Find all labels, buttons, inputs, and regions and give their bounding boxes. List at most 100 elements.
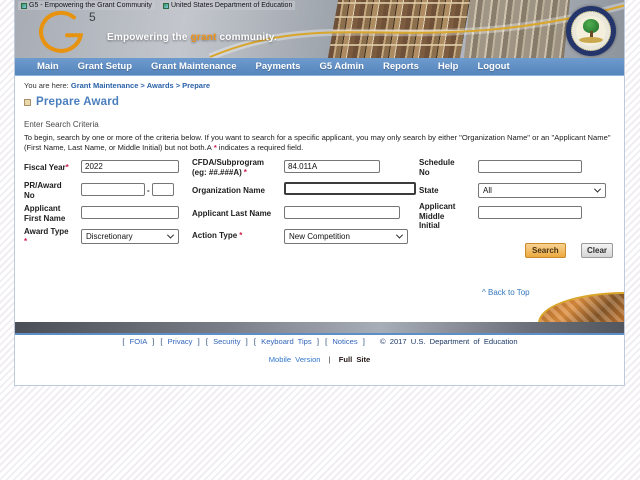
- nav-grant-setup[interactable]: Grant Setup: [78, 61, 132, 72]
- bullet-icon: [24, 98, 31, 106]
- fiscal-year-required-marker: *: [65, 163, 69, 172]
- classroom-photo: [538, 292, 624, 323]
- instructions-part2: indicates a required field.: [218, 142, 304, 152]
- copyright-text: © 2017 U.S. Department of Education: [380, 337, 518, 346]
- nav-logout[interactable]: Logout: [477, 61, 509, 72]
- pr-award-no-dash: -: [147, 186, 150, 195]
- state-select[interactable]: All: [478, 183, 606, 198]
- page-container: G5 - Empowering the Grant Community Unit…: [14, 0, 625, 386]
- breadcrumb-separator: >: [175, 81, 181, 90]
- footer-link-privacy[interactable]: Privacy: [168, 337, 193, 346]
- seal-core: [576, 16, 606, 46]
- applicant-first-name-input[interactable]: [81, 206, 179, 219]
- nav-main[interactable]: Main: [37, 61, 59, 72]
- footer-mobile-row: Mobile Version | Full Site: [15, 355, 624, 364]
- footer-photo-strip: [15, 322, 624, 335]
- action-type-value: New Competition: [289, 232, 350, 241]
- award-type-value: Discretionary: [86, 232, 133, 241]
- department-of-education-seal: [566, 6, 616, 56]
- header-banner: G5 - Empowering the Grant Community Unit…: [15, 0, 624, 58]
- g5-logo-icon: [39, 10, 84, 53]
- nav-reports[interactable]: Reports: [383, 61, 419, 72]
- award-type-select[interactable]: Discretionary: [81, 229, 179, 244]
- tagline: Empowering the grant community.: [107, 32, 277, 43]
- window-title-ed: United States Department of Education: [170, 2, 293, 9]
- fiscal-year-input[interactable]: [81, 160, 179, 173]
- bracket: ]: [197, 337, 200, 346]
- seal-ground: [579, 37, 603, 43]
- footer: [ FOIA ] [ Privacy ] [ Security ] [ Keyb…: [15, 337, 624, 364]
- footer-link-security[interactable]: Security: [213, 337, 240, 346]
- bracket: ]: [316, 337, 319, 346]
- award-type-required-marker: *: [24, 236, 28, 246]
- bracket: [: [205, 337, 208, 346]
- fiscal-year-label: Fiscal Year*: [24, 163, 69, 172]
- pr-award-no-input-2[interactable]: [152, 183, 174, 196]
- breadcrumb-prepare[interactable]: Prepare: [182, 81, 210, 90]
- breadcrumb: You are here: Grant Maintenance > Awards > P…: [24, 81, 210, 90]
- schedule-no-label: Schedule No: [419, 158, 455, 177]
- breadcrumb-separator: >: [140, 81, 145, 90]
- instructions: To begin, search by one or more of the c…: [24, 133, 618, 152]
- nav-grant-maintenance[interactable]: Grant Maintenance: [151, 61, 237, 72]
- page-title: Prepare Award: [36, 96, 120, 108]
- clear-button[interactable]: Clear: [581, 243, 614, 258]
- bracket: [: [253, 337, 257, 346]
- footer-links-row: [ FOIA ] [ Privacy ] [ Security ] [ Keyb…: [15, 337, 624, 346]
- pr-award-no-input-1[interactable]: [81, 183, 145, 196]
- breadcrumb-grant-maintenance[interactable]: Grant Maintenance: [71, 81, 139, 90]
- footer-link-notices[interactable]: Notices: [332, 337, 357, 346]
- action-type-select[interactable]: New Competition: [284, 229, 408, 244]
- cfda-label: CFDA/Subprogram (eg: ##.###A) *: [192, 158, 264, 177]
- tagline-pre: Empowering the: [107, 32, 191, 43]
- nav-g5-admin[interactable]: G5 Admin: [319, 61, 364, 72]
- action-type-required-marker: *: [239, 231, 243, 240]
- tagline-post: community.: [216, 32, 277, 43]
- bracket: [: [122, 337, 125, 346]
- bracket: ]: [245, 337, 248, 346]
- bracket: [: [160, 337, 163, 346]
- bracket: ]: [362, 337, 365, 346]
- state-label: State: [419, 186, 439, 195]
- page-icon: [21, 2, 27, 9]
- section-heading: Enter Search Criteria: [24, 120, 99, 129]
- full-site-link[interactable]: Full Site: [339, 355, 371, 364]
- page-icon: [162, 2, 169, 9]
- chevron-down-icon: [395, 231, 404, 239]
- tagline-grant: grant: [190, 32, 217, 43]
- action-type-label: Action Type *: [192, 231, 243, 240]
- schedule-no-input[interactable]: [478, 160, 582, 173]
- breadcrumb-awards[interactable]: Awards: [147, 81, 174, 90]
- instructions-part1: To begin, search by one or more of the c…: [24, 133, 611, 152]
- applicant-middle-initial-label: Applicant Middle Initial: [419, 202, 456, 230]
- main-nav: Main Grant Setup Grant Maintenance Payme…: [15, 58, 624, 76]
- chevron-down-icon: [166, 231, 175, 239]
- breadcrumb-prefix: You are here:: [24, 81, 69, 90]
- organization-name-label: Organization Name: [192, 186, 265, 195]
- bracket: [: [325, 337, 328, 346]
- applicant-last-name-input[interactable]: [284, 206, 400, 219]
- applicant-last-name-label: Applicant Last Name: [192, 209, 272, 218]
- window-title-ed-item: United States Department of Education: [159, 1, 296, 10]
- nav-help[interactable]: Help: [438, 61, 459, 72]
- mobile-version-link[interactable]: Mobile Version: [269, 355, 321, 364]
- state-value: All: [483, 186, 492, 195]
- page-title-row: Prepare Award: [24, 96, 119, 108]
- back-to-top-link[interactable]: ^ Back to Top: [482, 288, 530, 297]
- award-type-label: Award Type *: [24, 227, 82, 246]
- cfda-required-marker: *: [243, 167, 247, 177]
- organization-name-input[interactable]: [284, 182, 416, 195]
- footer-divider: |: [328, 355, 331, 364]
- search-button[interactable]: Search: [525, 243, 566, 258]
- footer-link-foia[interactable]: FOIA: [130, 337, 147, 346]
- applicant-first-name-label: Applicant First Name: [24, 204, 66, 223]
- bracket: ]: [152, 337, 155, 346]
- pr-award-no-label: PR/Award No: [24, 181, 62, 200]
- g5-logo-number: 5: [89, 10, 96, 24]
- footer-link-keyboard-tips[interactable]: Keyboard Tips: [261, 337, 312, 346]
- applicant-middle-initial-input[interactable]: [478, 206, 582, 219]
- chevron-down-icon: [593, 185, 602, 193]
- cfda-input[interactable]: [284, 160, 380, 173]
- nav-payments[interactable]: Payments: [256, 61, 301, 72]
- required-marker: *: [213, 142, 217, 152]
